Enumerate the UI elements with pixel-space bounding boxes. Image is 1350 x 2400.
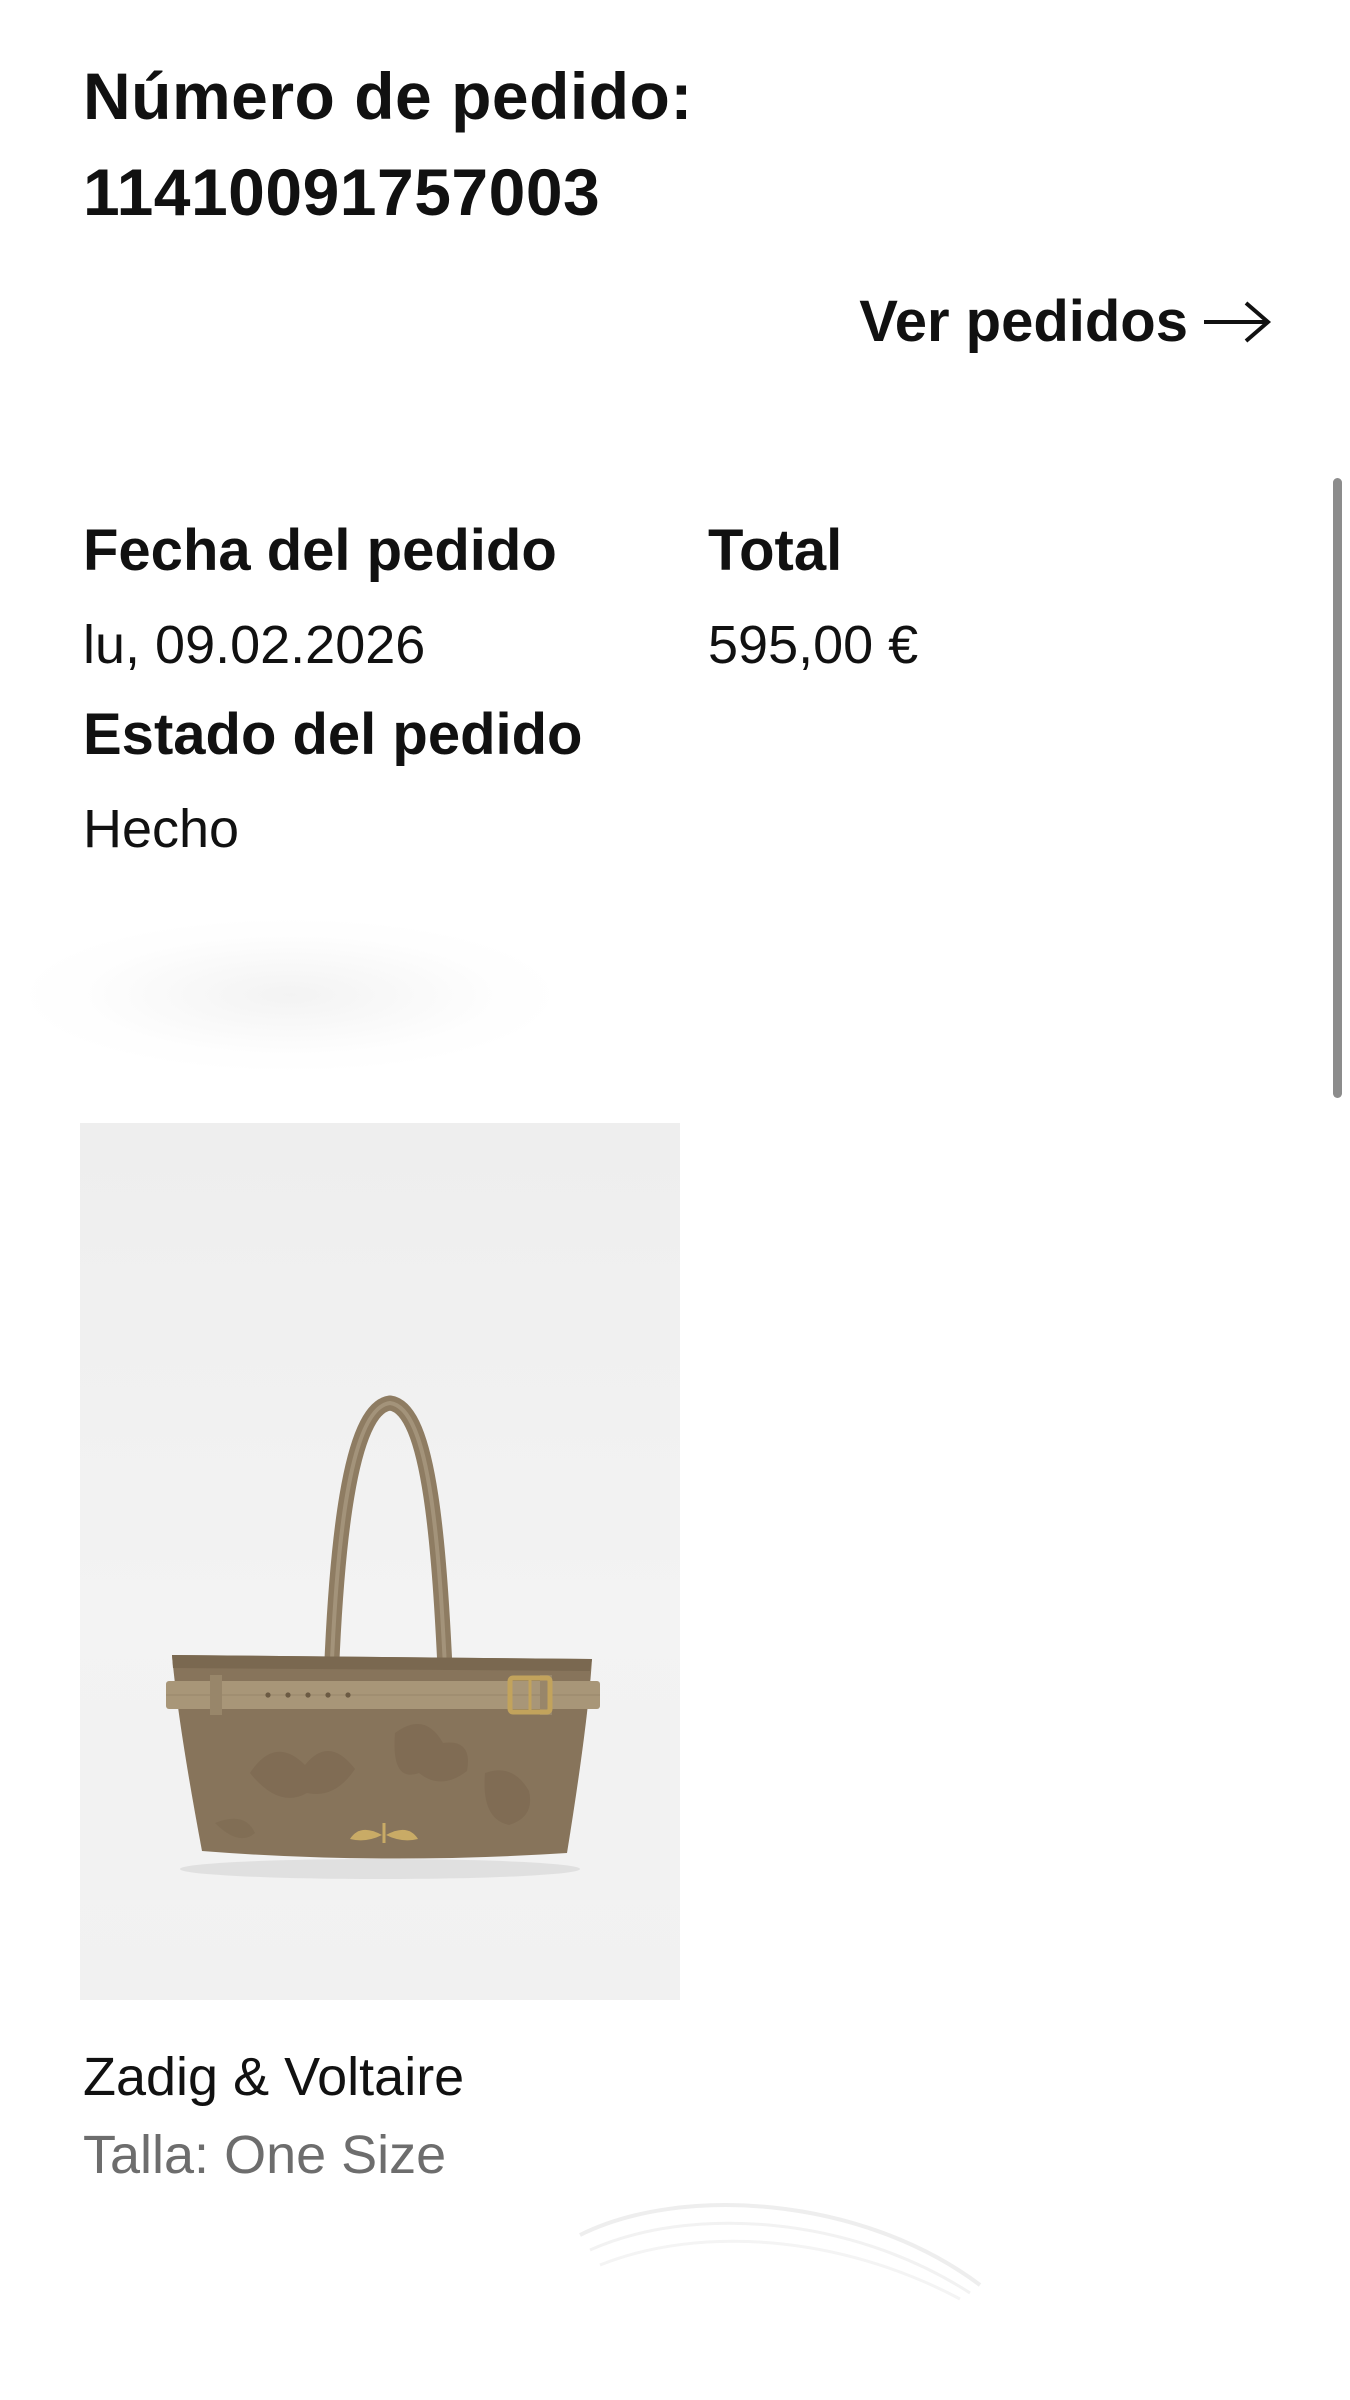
order-status-label: Estado del pedido — [83, 702, 583, 767]
order-number-value: 11410091757003 — [83, 155, 601, 229]
order-number-label: Número de pedido: — [83, 59, 693, 133]
product-size: Talla: One Size — [83, 2125, 447, 2185]
blurred-area — [30, 920, 550, 1070]
view-orders-link[interactable]: Ver pedidos — [859, 288, 1272, 355]
scrollbar[interactable] — [1333, 478, 1342, 1098]
tote-bag-illustration — [166, 1395, 600, 1879]
product-image[interactable] — [80, 1123, 680, 2000]
order-date-label: Fecha del pedido — [83, 518, 557, 583]
order-status-value: Hecho — [83, 799, 240, 859]
order-date-value: lu, 09.02.2026 — [83, 615, 426, 675]
order-number-heading: Número de pedido: 11410091757003 — [83, 48, 693, 240]
product-brand[interactable]: Zadig & Voltaire — [83, 2044, 464, 2110]
decorative-swirl — [579, 2203, 982, 2301]
arrow-right-icon — [1202, 300, 1272, 344]
order-total-value: 595,00 € — [708, 615, 919, 675]
view-orders-label: Ver pedidos — [859, 289, 1188, 354]
order-total-label: Total — [708, 518, 843, 583]
